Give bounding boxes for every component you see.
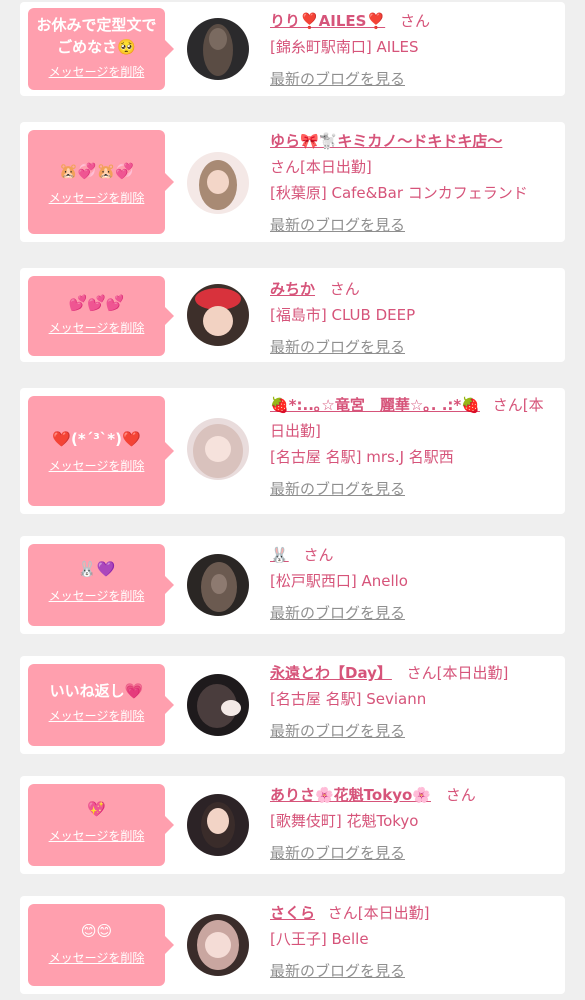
message-bubble: 💖 メッセージを削除: [28, 784, 174, 866]
view-blog-link[interactable]: 最新のブログを見る: [270, 958, 552, 984]
message-card: 💕💕💕 メッセージを削除 みちか さん [福島市] CLUB DEEP 最新のブ…: [20, 268, 565, 362]
avatar[interactable]: [187, 152, 249, 214]
avatar[interactable]: [187, 18, 249, 80]
view-blog-link[interactable]: 最新のブログを見る: [270, 840, 552, 866]
profile-name-link[interactable]: 🍓*:..｡☆竜宮 麗華☆｡. .:*🍓: [270, 396, 480, 414]
message-bubble: いいね返し💗 メッセージを削除: [28, 664, 174, 746]
name-suffix: さん: [303, 546, 334, 564]
avatar[interactable]: [187, 914, 249, 976]
view-blog-link[interactable]: 最新のブログを見る: [270, 600, 552, 626]
view-blog-link[interactable]: 最新のブログを見る: [270, 476, 552, 502]
shop-location: [福島市] CLUB DEEP: [270, 306, 416, 324]
delete-message-link[interactable]: メッセージを削除: [28, 708, 165, 724]
message-text: 💖: [87, 800, 106, 818]
profile-name-link[interactable]: ありさ🌸花魁Tokyo🌸: [270, 786, 431, 804]
message-text: 🐰💜: [77, 560, 116, 578]
message-card: 🐰💜 メッセージを削除 🐰 さん [松戸駅西口] Anello 最新のブログを見…: [20, 536, 565, 634]
message-bubble: 💕💕💕 メッセージを削除: [28, 276, 174, 356]
delete-message-link[interactable]: メッセージを削除: [28, 320, 165, 336]
name-suffix: さん: [399, 12, 430, 30]
message-card: 💖 メッセージを削除 ありさ🌸花魁Tokyo🌸 さん [歌舞伎町] 花魁Toky…: [20, 776, 565, 874]
view-blog-link[interactable]: 最新のブログを見る: [270, 334, 552, 360]
shop-location: [名古屋 名駅] mrs.J 名駅西: [270, 448, 454, 466]
name-suffix: さん: [329, 280, 360, 298]
avatar[interactable]: [187, 554, 249, 616]
shop-location: [秋葉原] Cafe&Bar コンカフェランド: [270, 184, 528, 202]
shop-location: [八王子] Belle: [270, 930, 369, 948]
shop-location: [名古屋 名駅] Seviann: [270, 690, 427, 708]
profile-name-link[interactable]: 永遠とわ【Day】: [270, 664, 392, 682]
message-text: 🐹💞🐹💞: [59, 162, 134, 180]
avatar[interactable]: [187, 284, 249, 346]
profile-info: さくら さん[本日出勤] [八王子] Belle 最新のブログを見る: [270, 900, 552, 984]
message-bubble: ❤️(*´³`*)❤️ メッセージを削除: [28, 396, 174, 506]
profile-info: ありさ🌸花魁Tokyo🌸 さん [歌舞伎町] 花魁Tokyo 最新のブログを見る: [270, 782, 552, 866]
profile-info: ゆら🎀🐩キミカノ〜ドキドキ店〜 さん[本日出勤] [秋葉原] Cafe&Bar …: [270, 128, 552, 238]
shop-location: [松戸駅西口] Anello: [270, 572, 408, 590]
name-suffix: さん[本日出勤]: [406, 664, 509, 682]
message-text: 💕💕💕: [68, 294, 125, 312]
view-blog-link[interactable]: 最新のブログを見る: [270, 66, 552, 92]
view-blog-link[interactable]: 最新のブログを見る: [270, 718, 552, 744]
profile-info: 永遠とわ【Day】 さん[本日出勤] [名古屋 名駅] Seviann 最新のブ…: [270, 660, 552, 744]
message-card: ❤️(*´³`*)❤️ メッセージを削除 🍓*:..｡☆竜宮 麗華☆｡. .:*…: [20, 388, 565, 514]
message-bubble: 🐰💜 メッセージを削除: [28, 544, 174, 626]
message-card: 😊😊 メッセージを削除 さくら さん[本日出勤] [八王子] Belle 最新の…: [20, 896, 565, 994]
message-text: お休みで定型文でごめなさ🥺: [36, 16, 157, 56]
view-blog-link[interactable]: 最新のブログを見る: [270, 212, 552, 238]
profile-info: みちか さん [福島市] CLUB DEEP 最新のブログを見る: [270, 276, 552, 360]
name-suffix: さん: [445, 786, 476, 804]
shop-location: [歌舞伎町] 花魁Tokyo: [270, 812, 419, 830]
avatar[interactable]: [187, 418, 249, 480]
profile-name-link[interactable]: みちか: [270, 280, 315, 298]
name-suffix: さん[本日出勤]: [327, 904, 430, 922]
message-card: 🐹💞🐹💞 メッセージを削除 ゆら🎀🐩キミカノ〜ドキドキ店〜 さん[本日出勤] […: [20, 122, 565, 242]
profile-info: 🐰 さん [松戸駅西口] Anello 最新のブログを見る: [270, 542, 552, 626]
message-text: 😊😊: [80, 922, 113, 940]
profile-name-link[interactable]: りり❣️AILES❣️: [270, 12, 385, 30]
profile-info: りり❣️AILES❣️ さん [錦糸町駅南口] AILES 最新のブログを見る: [270, 8, 552, 92]
message-text: ❤️(*´³`*)❤️: [52, 430, 141, 448]
message-bubble: 😊😊 メッセージを削除: [28, 904, 174, 986]
message-card: お休みで定型文でごめなさ🥺 メッセージを削除 りり❣️AILES❣️ さん [錦…: [20, 2, 565, 96]
profile-name-link[interactable]: ゆら🎀🐩キミカノ〜ドキドキ店〜: [270, 132, 502, 150]
delete-message-link[interactable]: メッセージを削除: [28, 588, 165, 604]
profile-name-link[interactable]: さくら: [270, 904, 315, 922]
avatar[interactable]: [187, 674, 249, 736]
delete-message-link[interactable]: メッセージを削除: [28, 458, 165, 474]
delete-message-link[interactable]: メッセージを削除: [28, 950, 165, 966]
message-bubble: お休みで定型文でごめなさ🥺 メッセージを削除: [28, 8, 174, 90]
shop-location: [錦糸町駅南口] AILES: [270, 38, 419, 56]
name-suffix: さん[本日出勤]: [270, 158, 372, 176]
delete-message-link[interactable]: メッセージを削除: [28, 64, 165, 80]
profile-name-link[interactable]: 🐰: [270, 546, 289, 564]
delete-message-link[interactable]: メッセージを削除: [28, 190, 165, 206]
avatar[interactable]: [187, 794, 249, 856]
delete-message-link[interactable]: メッセージを削除: [28, 828, 165, 844]
message-text: いいね返し💗: [49, 682, 144, 700]
message-card: いいね返し💗 メッセージを削除 永遠とわ【Day】 さん[本日出勤] [名古屋 …: [20, 656, 565, 754]
message-bubble: 🐹💞🐹💞 メッセージを削除: [28, 130, 174, 234]
profile-info: 🍓*:..｡☆竜宮 麗華☆｡. .:*🍓 さん[本日出勤] [名古屋 名駅] m…: [270, 392, 552, 502]
